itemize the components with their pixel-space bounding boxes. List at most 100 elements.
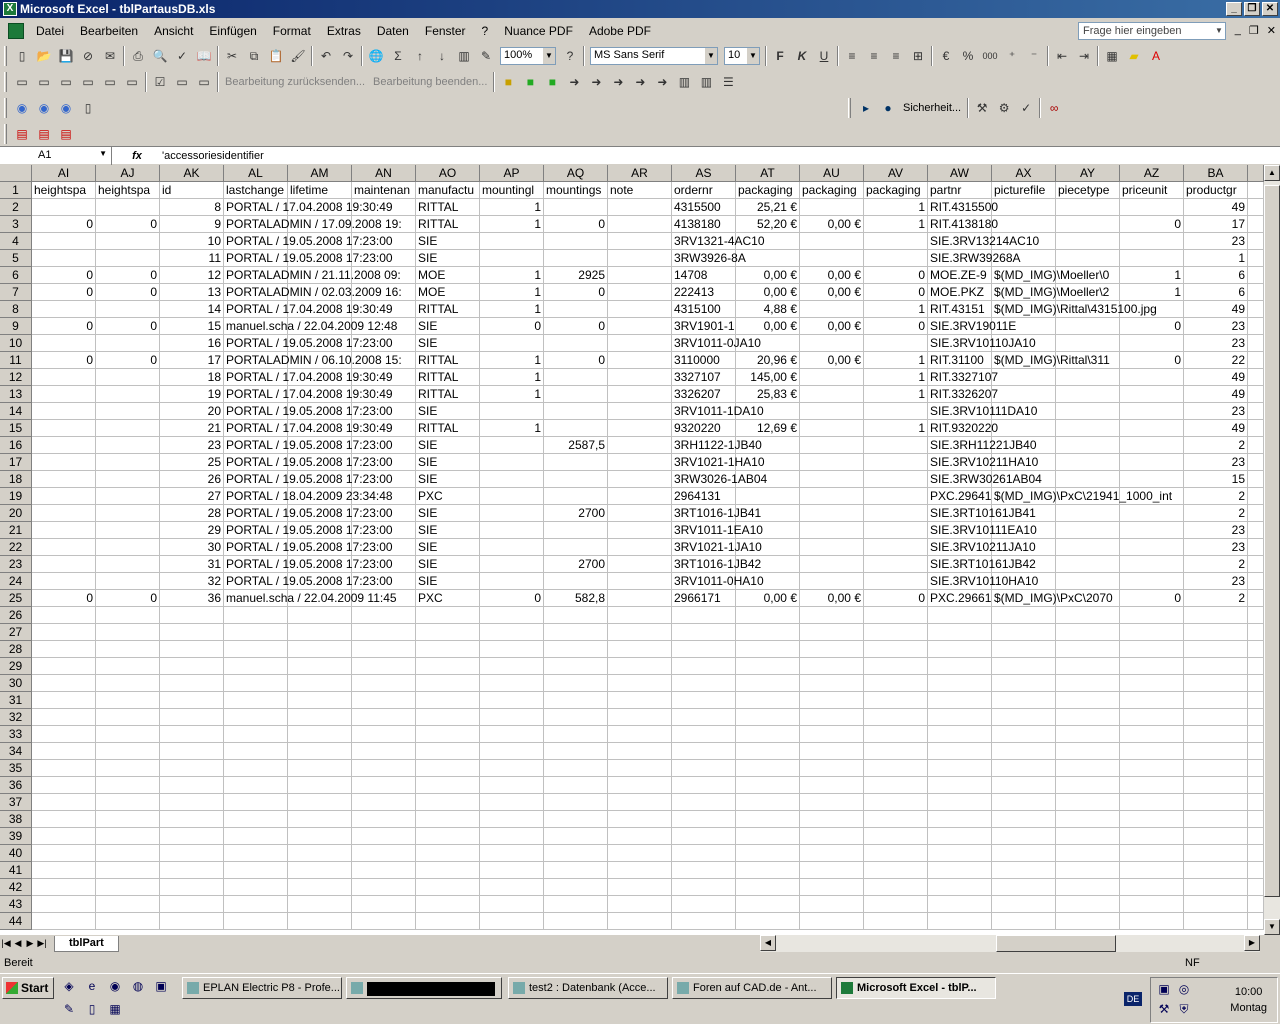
table-cell[interactable]: 21 bbox=[160, 420, 224, 437]
table-cell[interactable] bbox=[1248, 845, 1264, 862]
table-cell[interactable] bbox=[992, 811, 1056, 828]
table-cell[interactable]: lastchange bbox=[224, 182, 288, 199]
table-cell[interactable]: 0 bbox=[544, 284, 608, 301]
table-cell[interactable]: 3RV1011-0JA10 bbox=[672, 335, 761, 352]
tray-icon[interactable]: ⛨ bbox=[1175, 1002, 1193, 1020]
table-cell[interactable] bbox=[1184, 692, 1248, 709]
table-cell[interactable]: 0,00 € bbox=[736, 590, 800, 607]
table-cell[interactable] bbox=[1248, 403, 1264, 420]
table-cell[interactable]: 2964131 bbox=[672, 488, 736, 505]
table-cell[interactable]: SIE bbox=[416, 250, 480, 267]
table-cell[interactable]: 17 bbox=[160, 352, 224, 369]
table-cell[interactable]: 9 bbox=[160, 216, 224, 233]
favorites-icon[interactable]: ▯ bbox=[77, 97, 99, 119]
table-cell[interactable]: 0 bbox=[32, 284, 96, 301]
quicklaunch-icon[interactable]: ✎ bbox=[60, 1002, 78, 1020]
table-cell[interactable]: 11 bbox=[160, 250, 224, 267]
table-cell[interactable]: 2 bbox=[1184, 437, 1248, 454]
table-cell[interactable] bbox=[1120, 233, 1184, 250]
table-cell[interactable] bbox=[864, 335, 928, 352]
formula-input[interactable]: 'accessoriesidentifier bbox=[162, 150, 264, 162]
table-cell[interactable] bbox=[800, 233, 864, 250]
table-cell[interactable]: 3RV1021-1HA10 bbox=[672, 454, 765, 471]
table-cell[interactable] bbox=[480, 488, 544, 505]
table-cell[interactable] bbox=[352, 777, 416, 794]
table-cell[interactable]: 2925 bbox=[544, 267, 608, 284]
table-cell[interactable] bbox=[992, 420, 1056, 437]
table-cell[interactable] bbox=[1248, 828, 1264, 845]
table-cell[interactable] bbox=[608, 828, 672, 845]
table-cell[interactable] bbox=[544, 913, 608, 930]
table-cell[interactable] bbox=[32, 522, 96, 539]
table-cell[interactable] bbox=[928, 692, 992, 709]
table-cell[interactable]: SIE bbox=[416, 454, 480, 471]
table-cell[interactable] bbox=[1184, 726, 1248, 743]
toolbar-grip[interactable] bbox=[4, 98, 7, 118]
table-cell[interactable] bbox=[992, 709, 1056, 726]
table-cell[interactable]: ordernr bbox=[672, 182, 736, 199]
table-cell[interactable] bbox=[480, 709, 544, 726]
table-cell[interactable] bbox=[352, 675, 416, 692]
table-cell[interactable] bbox=[32, 913, 96, 930]
table-cell[interactable] bbox=[160, 811, 224, 828]
table-cell[interactable]: 0,00 € bbox=[736, 267, 800, 284]
table-cell[interactable] bbox=[160, 658, 224, 675]
copy-icon[interactable]: ⧉ bbox=[243, 45, 265, 67]
table-cell[interactable]: SIE bbox=[416, 233, 480, 250]
table-cell[interactable]: 2700 bbox=[544, 556, 608, 573]
name-box[interactable]: A1 ▼ bbox=[0, 146, 112, 165]
row-header[interactable]: 1 bbox=[0, 182, 32, 199]
table-cell[interactable] bbox=[96, 250, 160, 267]
table-cell[interactable] bbox=[544, 573, 608, 590]
table-cell[interactable]: 23 bbox=[1184, 335, 1248, 352]
table-cell[interactable]: SIE.3RT10161JB41 bbox=[928, 505, 1036, 522]
table-cell[interactable] bbox=[160, 726, 224, 743]
table-cell[interactable]: SIE bbox=[416, 522, 480, 539]
help-icon[interactable]: ? bbox=[559, 45, 581, 67]
table-cell[interactable] bbox=[1248, 505, 1264, 522]
table-cell[interactable] bbox=[224, 896, 288, 913]
table-cell[interactable]: 22 bbox=[1184, 352, 1248, 369]
table-cell[interactable] bbox=[32, 233, 96, 250]
table-cell[interactable]: SIE bbox=[416, 556, 480, 573]
table-cell[interactable] bbox=[608, 862, 672, 879]
table-cell[interactable]: SIE bbox=[416, 471, 480, 488]
table-cell[interactable]: 1 bbox=[480, 386, 544, 403]
table-cell[interactable]: 15 bbox=[160, 318, 224, 335]
table-cell[interactable] bbox=[544, 386, 608, 403]
table-cell[interactable] bbox=[736, 624, 800, 641]
table-cell[interactable] bbox=[1184, 828, 1248, 845]
play-icon[interactable]: ▸ bbox=[855, 97, 877, 119]
table-cell[interactable] bbox=[672, 709, 736, 726]
table-cell[interactable] bbox=[800, 607, 864, 624]
table-cell[interactable] bbox=[672, 794, 736, 811]
table-cell[interactable] bbox=[544, 420, 608, 437]
table-cell[interactable] bbox=[544, 692, 608, 709]
table-cell[interactable] bbox=[1248, 233, 1264, 250]
table-cell[interactable] bbox=[1056, 233, 1120, 250]
table-cell[interactable] bbox=[1248, 284, 1264, 301]
table-cell[interactable] bbox=[1056, 794, 1120, 811]
table-cell[interactable] bbox=[544, 454, 608, 471]
horizontal-scroll-thumb[interactable] bbox=[996, 935, 1116, 952]
table-cell[interactable]: 28 bbox=[160, 505, 224, 522]
row-header[interactable]: 29 bbox=[0, 658, 32, 675]
table-cell[interactable] bbox=[864, 556, 928, 573]
permission-icon[interactable]: ⊘ bbox=[77, 45, 99, 67]
table-cell[interactable]: PORTAL / 19.05.2008 17:23:00 bbox=[224, 522, 393, 539]
table-cell[interactable] bbox=[544, 675, 608, 692]
table-cell[interactable] bbox=[1120, 794, 1184, 811]
table-cell[interactable]: PXC bbox=[416, 590, 480, 607]
table-cell[interactable] bbox=[1056, 539, 1120, 556]
table-cell[interactable] bbox=[992, 828, 1056, 845]
table-cell[interactable]: note bbox=[608, 182, 672, 199]
table-cell[interactable] bbox=[32, 862, 96, 879]
table-cell[interactable] bbox=[32, 420, 96, 437]
table-cell[interactable] bbox=[32, 386, 96, 403]
table-cell[interactable] bbox=[416, 709, 480, 726]
arrow-icon[interactable]: ➜ bbox=[563, 71, 585, 93]
table-cell[interactable] bbox=[736, 675, 800, 692]
table-cell[interactable]: 32 bbox=[160, 573, 224, 590]
table-cell[interactable] bbox=[1248, 335, 1264, 352]
increase-decimal-icon[interactable]: ⁺ bbox=[1001, 45, 1023, 67]
